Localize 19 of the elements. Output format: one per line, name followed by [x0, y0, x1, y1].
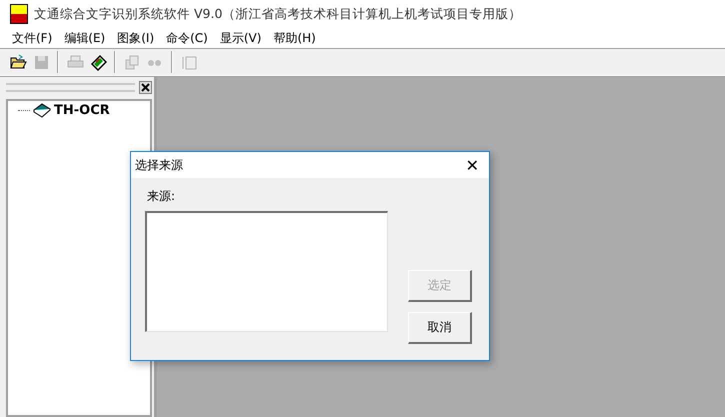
menu-item[interactable]: 图象(I)	[111, 30, 160, 46]
dialog-button[interactable]: 取消	[408, 312, 472, 344]
panel-grip[interactable]	[6, 82, 135, 92]
field-label: 来源:	[146, 188, 176, 205]
source-list[interactable]	[145, 211, 388, 332]
book-icon	[33, 103, 51, 118]
menu-item[interactable]: 文件(F)	[6, 30, 58, 46]
menu-item[interactable]: 编辑(E)	[58, 30, 112, 46]
close-panel-button[interactable]	[139, 80, 152, 94]
dialog-title: 选择来源	[135, 156, 183, 174]
menu-item[interactable]: 显示(V)	[214, 30, 268, 46]
app-logo-icon	[10, 4, 28, 24]
tree-item[interactable]: TH-OCR	[54, 103, 110, 118]
window-title: 文通综合文字识别系统软件 V9.0（浙江省高考技术科目计算机上机考试项目专用版）	[34, 6, 522, 22]
tree-line	[18, 110, 30, 111]
close-button[interactable]: ✕	[466, 156, 479, 174]
scanner-icon[interactable]	[88, 52, 108, 72]
menu-item[interactable]: 帮助(H)	[267, 30, 322, 46]
menu-item[interactable]: 命令(C)	[160, 30, 214, 46]
